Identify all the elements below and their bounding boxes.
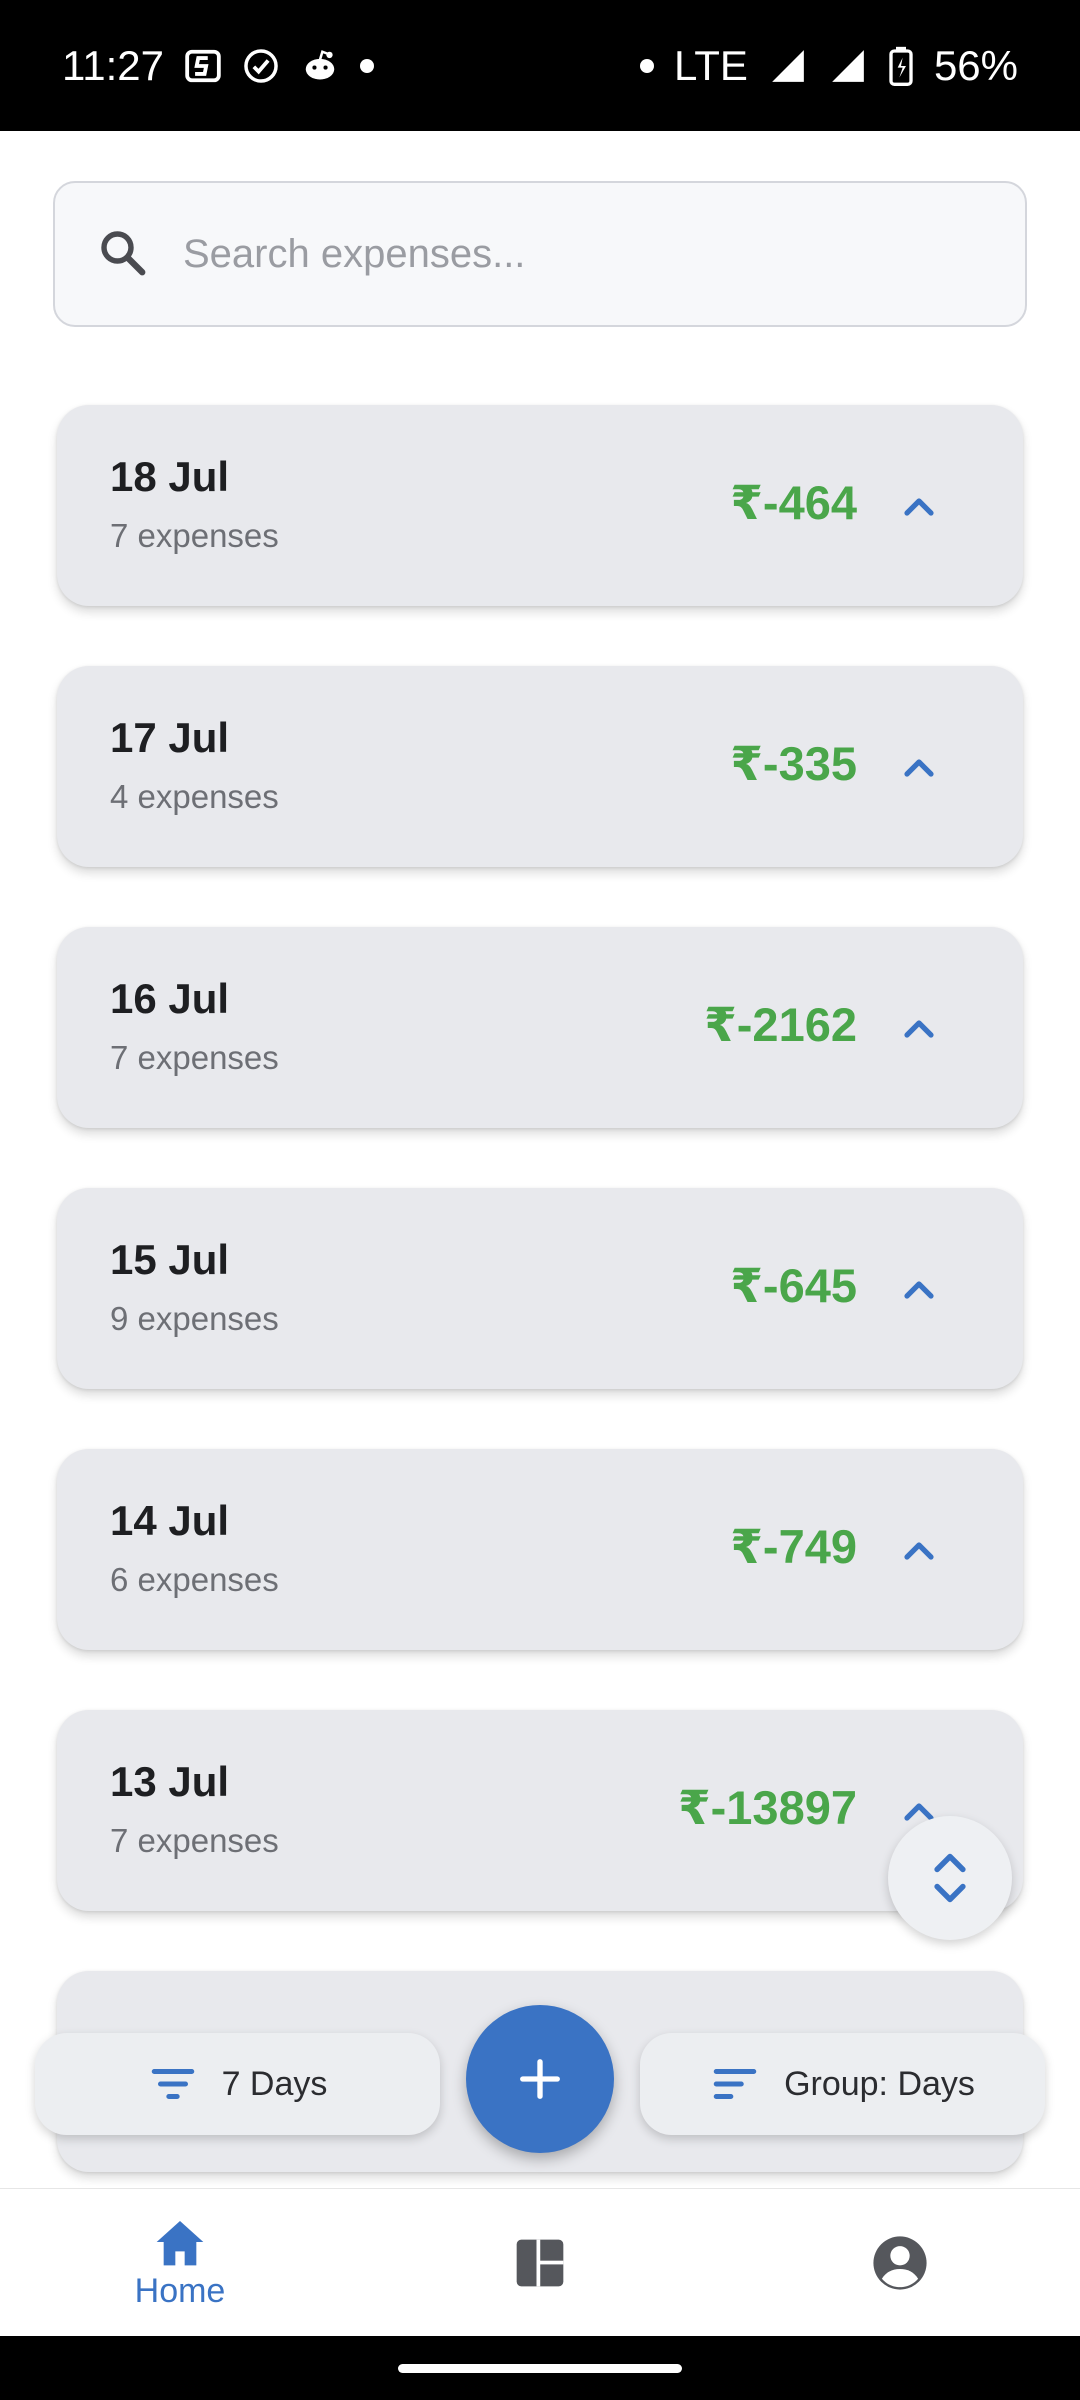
search-bar[interactable] — [53, 181, 1027, 327]
group-date: 16 Jul — [110, 975, 230, 1022]
nav-item-home[interactable]: Home — [80, 2189, 280, 2337]
nav-home-label: Home — [134, 2271, 226, 2310]
nav-item-dashboard[interactable] — [440, 2189, 640, 2337]
plus-icon — [520, 2059, 560, 2099]
period-filter-button[interactable]: 7 Days — [35, 2033, 440, 2135]
home-icon — [156, 2220, 204, 2265]
network-type: LTE — [674, 41, 748, 89]
group-expense-count: 6 expenses — [110, 1561, 279, 1598]
signal-icon — [768, 47, 808, 85]
group-expense-count: 7 expenses — [110, 517, 279, 554]
reddit-icon — [300, 47, 340, 85]
group-total-amount: ₹-645 — [730, 1259, 857, 1312]
expense-group-card[interactable]: 14 Jul 6 expenses ₹-749 — [57, 1449, 1023, 1650]
chevron-up-icon[interactable] — [895, 1527, 943, 1575]
group-total-amount: ₹-464 — [730, 476, 857, 529]
battery-level: 56% — [933, 41, 1018, 89]
expense-group-card[interactable]: 17 Jul 4 expenses ₹-335 — [57, 666, 1023, 867]
dashboard-icon — [516, 2239, 564, 2287]
group-date: 14 Jul — [110, 1497, 230, 1544]
group-by-label: Group: Days — [784, 2064, 975, 2103]
gesture-handle[interactable] — [398, 2364, 682, 2373]
group-date: 13 Jul — [110, 1758, 230, 1805]
chevron-up-icon[interactable] — [895, 744, 943, 792]
status-time: 11:27 — [62, 41, 164, 89]
group-expense-count: 9 expenses — [110, 1300, 279, 1337]
battery-charging-icon — [888, 46, 914, 86]
group-date: 18 Jul — [110, 453, 230, 500]
expense-group-card[interactable]: 16 Jul 7 expenses ₹-2162 — [57, 927, 1023, 1128]
chevron-up-icon[interactable] — [895, 1266, 943, 1314]
expense-group-card[interactable]: 15 Jul 9 expenses ₹-645 — [57, 1188, 1023, 1389]
group-by-button[interactable]: Group: Days — [640, 2033, 1045, 2135]
group-date: 17 Jul — [110, 714, 230, 761]
expense-group-card[interactable]: 18 Jul 7 expenses ₹-464 — [57, 405, 1023, 606]
search-input[interactable] — [183, 231, 963, 277]
chevron-up-icon[interactable] — [895, 1005, 943, 1053]
app-notification-icon — [184, 47, 222, 85]
status-bar: 11:27 LTE 56% — [0, 0, 1080, 131]
search-icon — [95, 225, 149, 284]
dot-icon — [360, 58, 374, 73]
group-date: 15 Jul — [110, 1236, 230, 1283]
bottom-navigation: Home — [0, 2188, 1080, 2336]
add-expense-button[interactable] — [466, 2005, 614, 2153]
expense-group-card[interactable]: 13 Jul 7 expenses ₹-13897 — [57, 1710, 1023, 1911]
group-total-amount: ₹-749 — [730, 1520, 857, 1573]
expand-collapse-all-button[interactable] — [888, 1816, 1012, 1940]
period-filter-label: 7 Days — [221, 2064, 328, 2103]
unfold-icon — [934, 1853, 966, 1903]
dot-icon — [640, 58, 655, 73]
signal-icon — [828, 47, 868, 85]
filter-icon — [151, 2069, 194, 2099]
group-total-amount: ₹-2162 — [704, 998, 857, 1051]
group-expense-count: 4 expenses — [110, 778, 279, 815]
group-expense-count: 7 expenses — [110, 1039, 279, 1076]
account-circle-icon — [873, 2236, 927, 2290]
check-circle-icon — [242, 47, 280, 85]
nav-item-profile[interactable] — [800, 2189, 1000, 2337]
group-total-amount: ₹-13897 — [677, 1781, 857, 1834]
group-expense-count: 7 expenses — [110, 1822, 279, 1859]
sort-icon — [713, 2069, 757, 2099]
group-total-amount: ₹-335 — [730, 737, 857, 790]
chevron-up-icon[interactable] — [895, 483, 943, 531]
